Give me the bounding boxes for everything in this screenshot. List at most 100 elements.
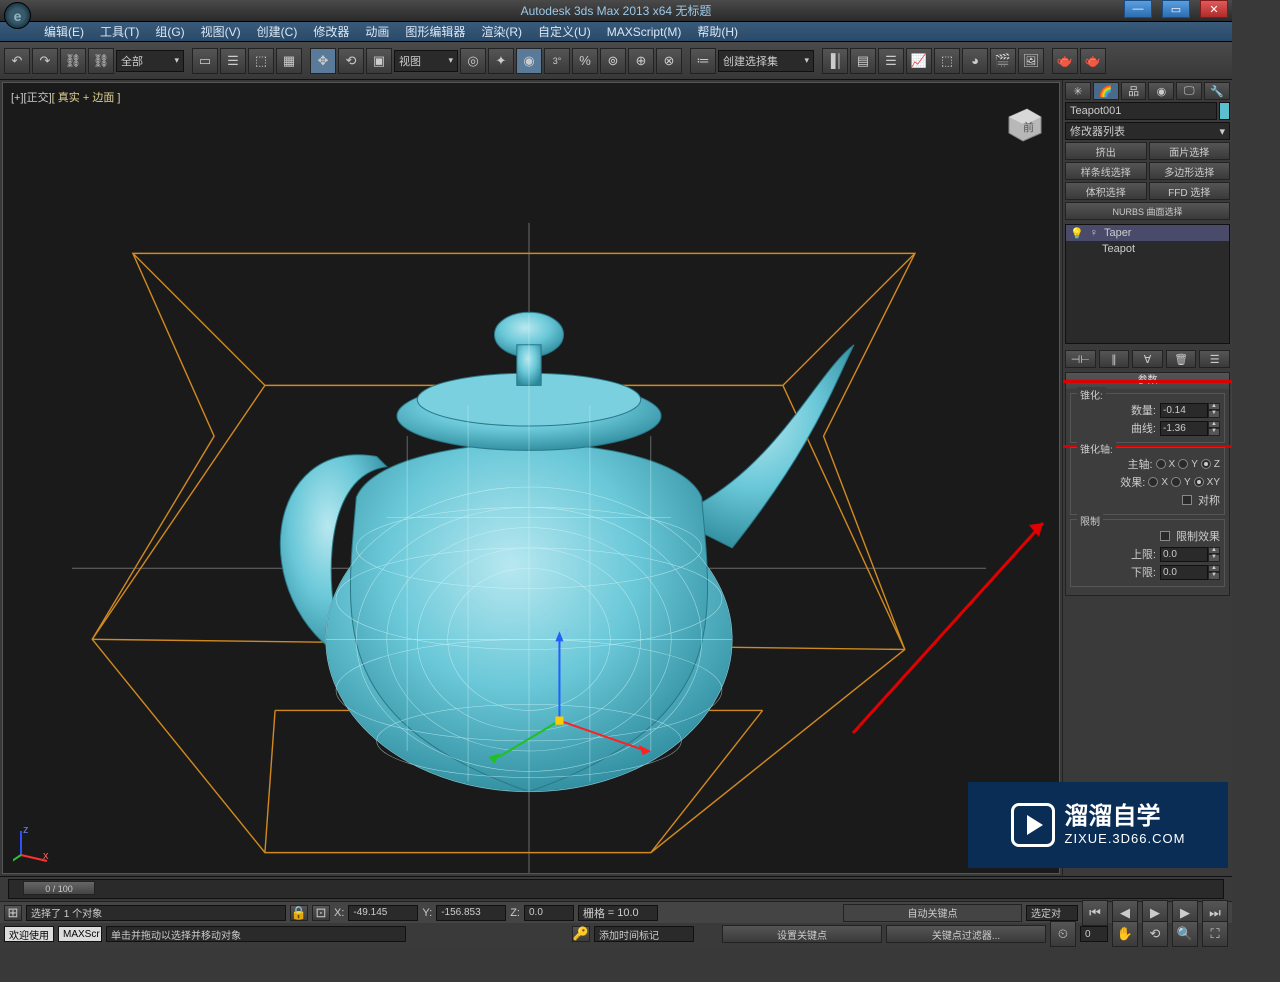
menu-group[interactable]: 组(G): [147, 23, 192, 40]
create-selection-set[interactable]: 创建选择集: [718, 50, 814, 72]
menu-maxscript[interactable]: MAXScript(M): [599, 25, 690, 39]
nav-zoom[interactable]: 🔍: [1172, 921, 1198, 947]
ref-coord[interactable]: 视图: [394, 50, 458, 72]
primary-z[interactable]: [1201, 459, 1211, 469]
snap-axis[interactable]: ⊗: [656, 48, 682, 74]
time-tag-icon[interactable]: 🔑: [572, 926, 590, 942]
pin-stack[interactable]: ⊣⊢: [1065, 350, 1096, 368]
material-editor[interactable]: ◕: [962, 48, 988, 74]
show-end[interactable]: ∥: [1099, 350, 1130, 368]
maxscript-tab[interactable]: MAXScr: [58, 926, 102, 942]
make-unique[interactable]: ∀: [1132, 350, 1163, 368]
goto-start[interactable]: ⏮: [1082, 900, 1108, 926]
stack-taper[interactable]: 💡♀Taper: [1066, 225, 1229, 241]
utilities-tab[interactable]: 🔧: [1204, 82, 1230, 100]
btn-poly-select[interactable]: 多边形选择: [1149, 162, 1231, 180]
menu-render[interactable]: 渲染(R): [473, 23, 530, 40]
configure[interactable]: ☰: [1199, 350, 1230, 368]
symmetry-check[interactable]: [1182, 495, 1192, 505]
btn-spline-select[interactable]: 样条线选择: [1065, 162, 1147, 180]
key-sel-set[interactable]: 选定对: [1026, 905, 1078, 921]
render-frame[interactable]: 🖼: [1018, 48, 1044, 74]
key-filter-button[interactable]: 关键点过滤器...: [886, 925, 1046, 943]
curve-down[interactable]: ▼: [1208, 428, 1220, 436]
app-icon[interactable]: e: [4, 2, 31, 29]
btn-vol-select[interactable]: 体积选择: [1065, 182, 1147, 200]
menu-modifier[interactable]: 修改器: [305, 23, 357, 40]
amount-input[interactable]: [1160, 403, 1208, 418]
window-crossing-button[interactable]: ▦: [276, 48, 302, 74]
set-key-button[interactable]: 设置关键点: [722, 925, 882, 943]
create-tab[interactable]: ✳: [1065, 82, 1091, 100]
render-setup[interactable]: 🎬: [990, 48, 1016, 74]
menu-customize[interactable]: 自定义(U): [530, 23, 599, 40]
remove-mod[interactable]: 🗑: [1166, 350, 1197, 368]
lock-selection[interactable]: 🔒: [290, 905, 308, 921]
manipulate-button[interactable]: ✦: [488, 48, 514, 74]
effect-xy[interactable]: [1194, 477, 1204, 487]
limit-effect-check[interactable]: [1160, 531, 1170, 541]
coord-x[interactable]: -49.145: [348, 905, 418, 921]
render-last[interactable]: 🫖: [1080, 48, 1106, 74]
coord-y[interactable]: -156.853: [436, 905, 506, 921]
snap-toggle[interactable]: ◉: [516, 48, 542, 74]
rotate-button[interactable]: ⟲: [338, 48, 364, 74]
lock-icon[interactable]: ⊞: [4, 905, 22, 921]
select-name-button[interactable]: ☰: [220, 48, 246, 74]
menu-grapheditor[interactable]: 图形编辑器: [397, 23, 473, 40]
amount-down[interactable]: ▼: [1208, 410, 1220, 418]
schematic-button[interactable]: ⬚: [934, 48, 960, 74]
menu-help[interactable]: 帮助(H): [689, 23, 746, 40]
modify-tab[interactable]: 🌈: [1093, 82, 1119, 100]
spinner-snap[interactable]: ⊚: [600, 48, 626, 74]
object-name-input[interactable]: [1065, 102, 1217, 120]
stack-teapot[interactable]: Teapot: [1066, 241, 1229, 257]
selection-filter[interactable]: 全部: [116, 50, 184, 72]
close-button[interactable]: ✕: [1200, 0, 1228, 18]
upper-input[interactable]: [1160, 547, 1208, 562]
object-color-swatch[interactable]: [1219, 102, 1230, 120]
effect-x[interactable]: [1148, 477, 1158, 487]
scale-button[interactable]: ▣: [366, 48, 392, 74]
nav-pan[interactable]: ✋: [1112, 921, 1138, 947]
snap-options[interactable]: ⊕: [628, 48, 654, 74]
primary-y[interactable]: [1178, 459, 1188, 469]
curve-up[interactable]: ▲: [1208, 421, 1220, 429]
add-time-tag[interactable]: 添加时间标记: [594, 926, 694, 942]
viewport[interactable]: [+][正交][ 真实 + 边面 ] 前: [2, 82, 1060, 874]
pivot-button[interactable]: ◎: [460, 48, 486, 74]
lower-input[interactable]: [1160, 565, 1208, 580]
named-sets[interactable]: ≔: [690, 48, 716, 74]
motion-tab[interactable]: ◉: [1148, 82, 1174, 100]
select-button[interactable]: ▭: [192, 48, 218, 74]
coord-z[interactable]: 0.0: [524, 905, 574, 921]
align-button[interactable]: ▤: [850, 48, 876, 74]
menu-edit[interactable]: 编辑(E): [36, 23, 92, 40]
nav-orbit[interactable]: ⟲: [1142, 921, 1168, 947]
angle-snap[interactable]: 3°: [544, 48, 570, 74]
minimize-button[interactable]: —: [1124, 0, 1152, 18]
welcome-tab[interactable]: 欢迎使用: [4, 926, 54, 942]
rect-select-button[interactable]: ⬚: [248, 48, 274, 74]
modifier-list[interactable]: 修改器列表▾: [1065, 122, 1230, 140]
amount-up[interactable]: ▲: [1208, 403, 1220, 411]
menu-create[interactable]: 创建(C): [249, 23, 306, 40]
render-prod[interactable]: 🫖: [1052, 48, 1078, 74]
abs-mode[interactable]: ⊡: [312, 905, 330, 921]
menu-animation[interactable]: 动画: [357, 23, 397, 40]
nav-max[interactable]: ⛶: [1202, 921, 1228, 947]
maximize-button[interactable]: ▭: [1162, 0, 1190, 18]
menu-tools[interactable]: 工具(T): [92, 23, 147, 40]
percent-snap[interactable]: %: [572, 48, 598, 74]
btn-extrude[interactable]: 挤出: [1065, 142, 1147, 160]
curve-editor-button[interactable]: 📈: [906, 48, 932, 74]
mirror-button[interactable]: ▐│: [822, 48, 848, 74]
hierarchy-tab[interactable]: 品: [1121, 82, 1147, 100]
effect-y[interactable]: [1171, 477, 1181, 487]
primary-x[interactable]: [1156, 459, 1166, 469]
time-slider[interactable]: 0 / 100: [23, 881, 95, 895]
modifier-stack[interactable]: 💡♀Taper Teapot: [1065, 224, 1230, 344]
link-button[interactable]: ⛓: [60, 48, 86, 74]
btn-patch-select[interactable]: 面片选择: [1149, 142, 1231, 160]
move-button[interactable]: ✥: [310, 48, 336, 74]
